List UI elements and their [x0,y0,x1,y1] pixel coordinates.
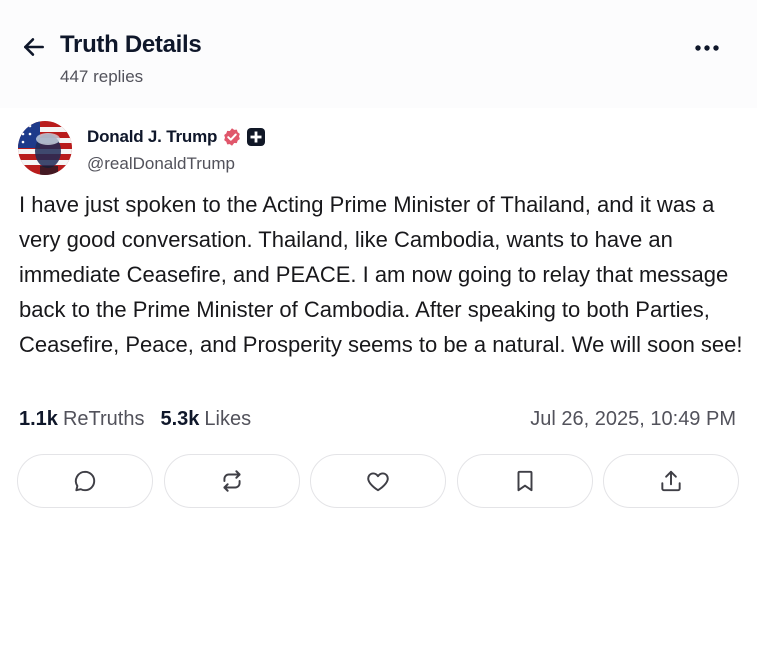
share-icon [661,470,681,492]
likes-label[interactable]: Likes [204,408,251,431]
verified-badge-icon [224,128,241,146]
retruths-count[interactable]: 1.1k [19,408,58,431]
bookmark-icon [517,470,533,492]
like-button[interactable] [310,454,446,508]
retruth-button[interactable] [164,454,300,508]
heart-icon [367,472,389,492]
retruths-label[interactable]: ReTruths [63,408,145,431]
author-name[interactable]: Donald J. Trump [87,127,217,147]
share-button[interactable] [603,454,739,508]
truth-plus-icon [247,128,266,146]
action-bar [17,454,739,508]
post-stats: 1.1k ReTruths 5.3k Likes [19,408,251,431]
bookmark-button[interactable] [457,454,593,508]
retruth-icon [223,470,241,492]
back-button[interactable] [20,33,48,61]
reply-count: 447 replies [60,67,144,86]
reply-icon [74,470,96,492]
more-options-button[interactable] [690,36,724,60]
post-text: I have just spoken to the Acting Prime M… [19,192,743,357]
author-row: Donald J. Trump [87,126,266,148]
likes-count[interactable]: 5.3k [160,408,199,431]
page-title: Truth Details [60,31,202,58]
more-horizontal-icon [695,45,719,51]
avatar[interactable] [18,121,72,175]
post-timestamp: Jul 26, 2025, 10:49 PM [530,408,736,430]
arrow-left-icon [24,38,44,56]
reply-button[interactable] [17,454,153,508]
header-bar: Truth Details 447 replies [0,0,757,108]
author-handle[interactable]: @realDonaldTrump [87,154,235,174]
